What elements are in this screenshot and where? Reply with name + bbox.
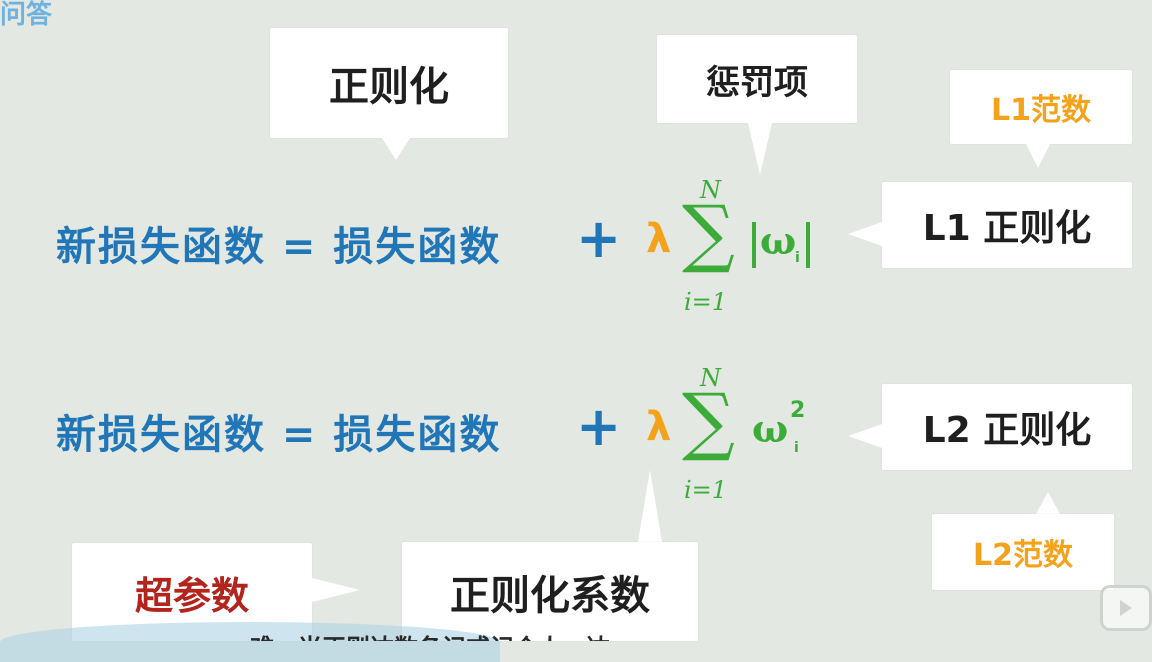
callout-regularization-coefficient-tail <box>638 470 662 542</box>
formula-2-weight: ω <box>752 406 789 451</box>
callout-l1-norm-text: L1范数 <box>991 93 1091 128</box>
callout-l2-regularization: L2 正则化 <box>882 384 1132 470</box>
formula-2-lhs: 新损失函数 = 损失函数 <box>56 412 502 458</box>
formula-2-subscript: i <box>794 440 799 456</box>
callout-penalty-term-text: 惩罚项 <box>706 62 808 103</box>
formula-1-subscript: i <box>795 250 800 266</box>
callout-l2-norm-tail <box>1036 492 1060 514</box>
formula-2-lambda: λ <box>646 404 672 450</box>
callout-l2-norm-text: L2范数 <box>973 538 1073 573</box>
formula-1-lhs: 新损失函数 = 损失函数 <box>56 224 502 270</box>
bottom-subtitle: 难，当正则达数各记或记个人一达 <box>250 628 610 641</box>
formula-2-superscript: 2 <box>790 398 806 423</box>
callout-l1-norm: L1范数 <box>950 70 1132 144</box>
callout-l2-norm: L2范数 <box>932 514 1114 590</box>
callout-regularization-coefficient: 正则化系数 <box>402 542 698 641</box>
callout-l1-regularization-text: L1 正则化 <box>922 208 1092 249</box>
formula-2-sum-symbol: ∑ <box>682 378 735 464</box>
callout-hyperparameter-text: 超参数 <box>134 573 249 618</box>
callout-regularization: 正则化 <box>270 28 508 138</box>
formula-1-weight: ω <box>760 218 797 263</box>
formula-1-sum-symbol: ∑ <box>682 190 735 276</box>
callout-hyperparameter-tail <box>312 578 360 602</box>
callout-l1-regularization-tail <box>848 222 882 246</box>
formula-1-plus: + <box>576 207 622 270</box>
formula-1-abs-right <box>806 222 810 268</box>
formula-2-lower-limit: i=1 <box>684 476 728 504</box>
play-logo-icon <box>1100 585 1152 631</box>
formula-2-plus: + <box>576 395 622 458</box>
formula-1-lambda: λ <box>646 216 672 262</box>
formula-1-abs-left <box>752 222 756 268</box>
callout-l1-norm-tail <box>1026 144 1050 168</box>
callout-penalty-term-tail <box>748 123 772 175</box>
callout-penalty-term: 惩罚项 <box>657 35 857 123</box>
callout-regularization-tail <box>382 138 410 160</box>
callout-regularization-coefficient-text: 正则化系数 <box>450 572 650 619</box>
callout-l2-regularization-text: L2 正则化 <box>922 410 1092 451</box>
callout-regularization-text: 正则化 <box>329 64 449 110</box>
corner-label: 问答 <box>0 0 53 30</box>
callout-l2-regularization-tail <box>848 424 882 448</box>
formula-1-lower-limit: i=1 <box>684 288 728 316</box>
callout-l1-regularization: L1 正则化 <box>882 182 1132 268</box>
